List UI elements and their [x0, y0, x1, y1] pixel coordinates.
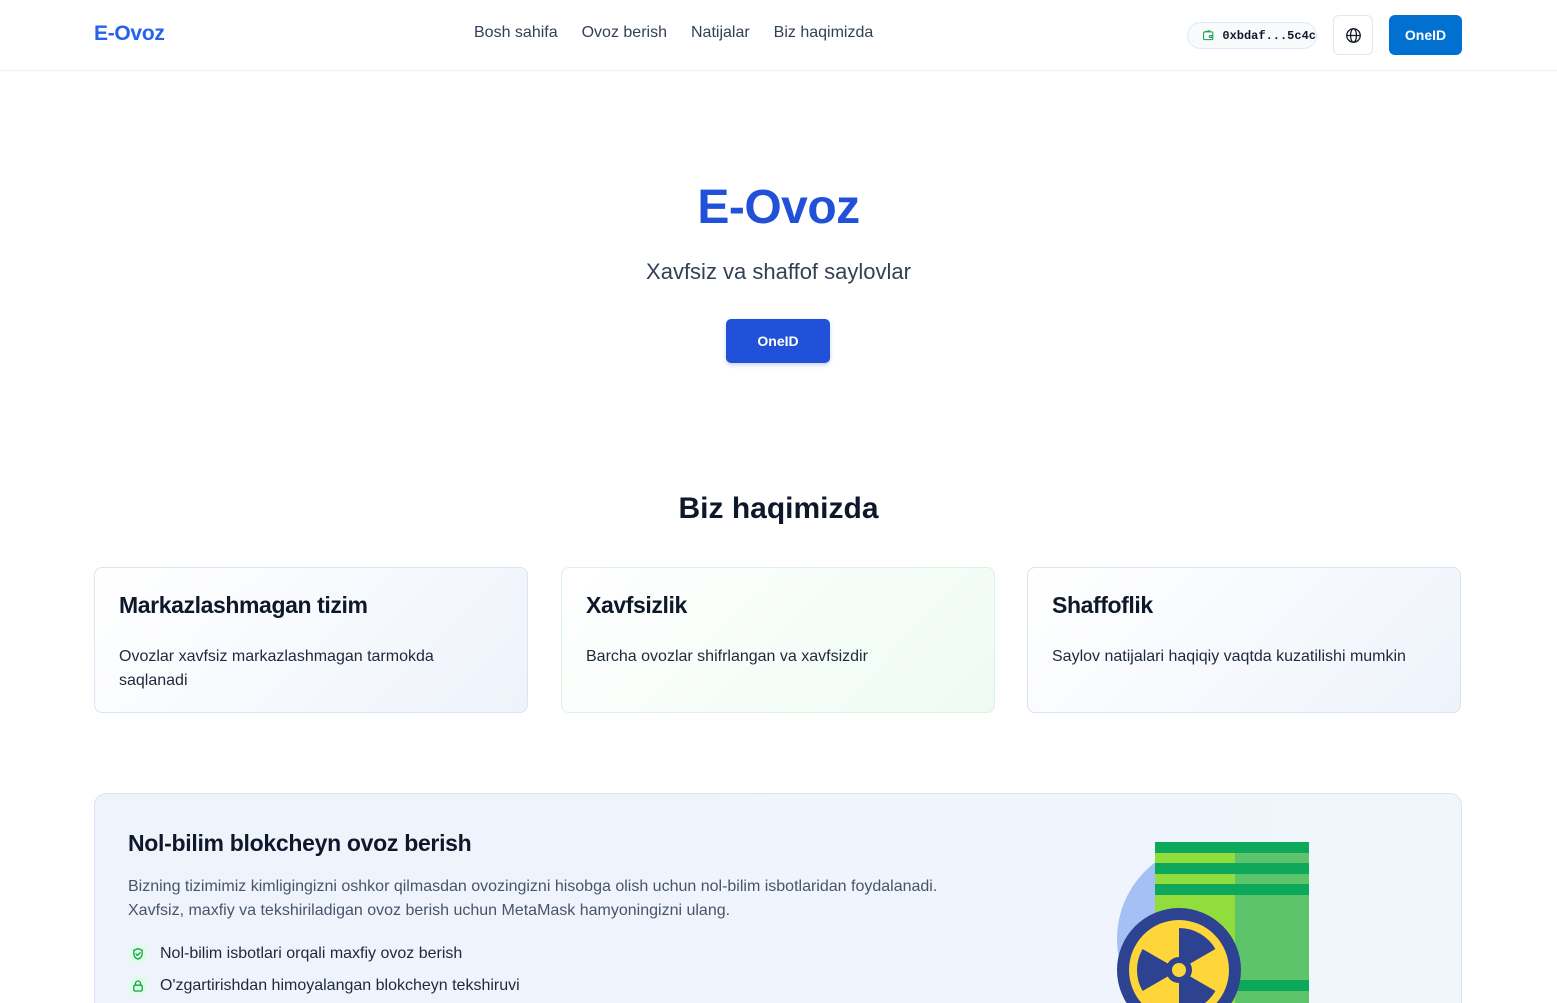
zk-description: Bizning tizimimiz kimligingizni oshkor q… [128, 878, 938, 919]
card-title: Markazlashmagan tizim [119, 592, 368, 618]
wallet-badge[interactable]: 0xbdaf...5c4c [1187, 22, 1317, 49]
nav-link-about[interactable]: Biz haqimizda [774, 24, 874, 42]
feature-text: O'zgartirishdan himoyalangan blokcheyn t… [160, 977, 520, 994]
hero-title: E-Ovoz [697, 181, 860, 234]
card-text: Saylov natijalari haqiqiy vaqtda kuzatil… [1052, 648, 1406, 665]
nav-link-results[interactable]: Natijalar [691, 24, 750, 42]
logo[interactable]: E-Ovoz [94, 22, 165, 46]
language-button[interactable] [1333, 15, 1373, 55]
site-header: E-Ovoz Bosh sahifa Ovoz berish Natijalar… [0, 0, 1557, 71]
zk-feature-list: Nol-bilim isbotlari orqali maxfiy ovoz b… [128, 938, 520, 1002]
about-title: Biz haqimizda [678, 492, 879, 525]
blockchain-illustration [1117, 842, 1309, 1003]
list-item: O'zgartirishdan himoyalangan blokcheyn t… [128, 970, 520, 1002]
card-title: Xavfsizlik [586, 592, 687, 618]
wallet-icon [1203, 30, 1214, 41]
oneid-login-button[interactable]: OneID [1389, 15, 1462, 55]
zk-voting-section: Nol-bilim blokcheyn ovoz berish Bizning … [94, 793, 1462, 1003]
zk-title: Nol-bilim blokcheyn ovoz berish [128, 830, 472, 856]
hero-oneid-button[interactable]: OneID [726, 319, 830, 363]
wallet-address: 0xbdaf...5c4c [1222, 28, 1316, 43]
nav-link-vote[interactable]: Ovoz berish [582, 24, 667, 42]
lock-icon [128, 976, 148, 996]
nav-link-home[interactable]: Bosh sahifa [474, 24, 558, 42]
feature-card-transparency: Shaffoflik Saylov natijalari haqiqiy vaq… [1027, 567, 1461, 713]
hero-subtitle: Xavfsiz va shaffof saylovlar [646, 259, 911, 284]
globe-icon [1345, 27, 1361, 43]
feature-card-decentralized: Markazlashmagan tizim Ovozlar xavfsiz ma… [94, 567, 528, 713]
list-item: Nol-bilim isbotlari orqali maxfiy ovoz b… [128, 938, 520, 970]
main-nav: Bosh sahifa Ovoz berish Natijalar Biz ha… [474, 24, 873, 42]
shield-check-icon [128, 944, 148, 964]
feature-text: Nol-bilim isbotlari orqali maxfiy ovoz b… [160, 945, 463, 962]
card-text: Ovozlar xavfsiz markazlashmagan tarmokda… [119, 648, 434, 689]
card-title: Shaffoflik [1052, 592, 1153, 618]
feature-card-security: Xavfsizlik Barcha ovozlar shifrlangan va… [561, 567, 995, 713]
card-text: Barcha ovozlar shifrlangan va xavfsizdir [586, 648, 868, 665]
